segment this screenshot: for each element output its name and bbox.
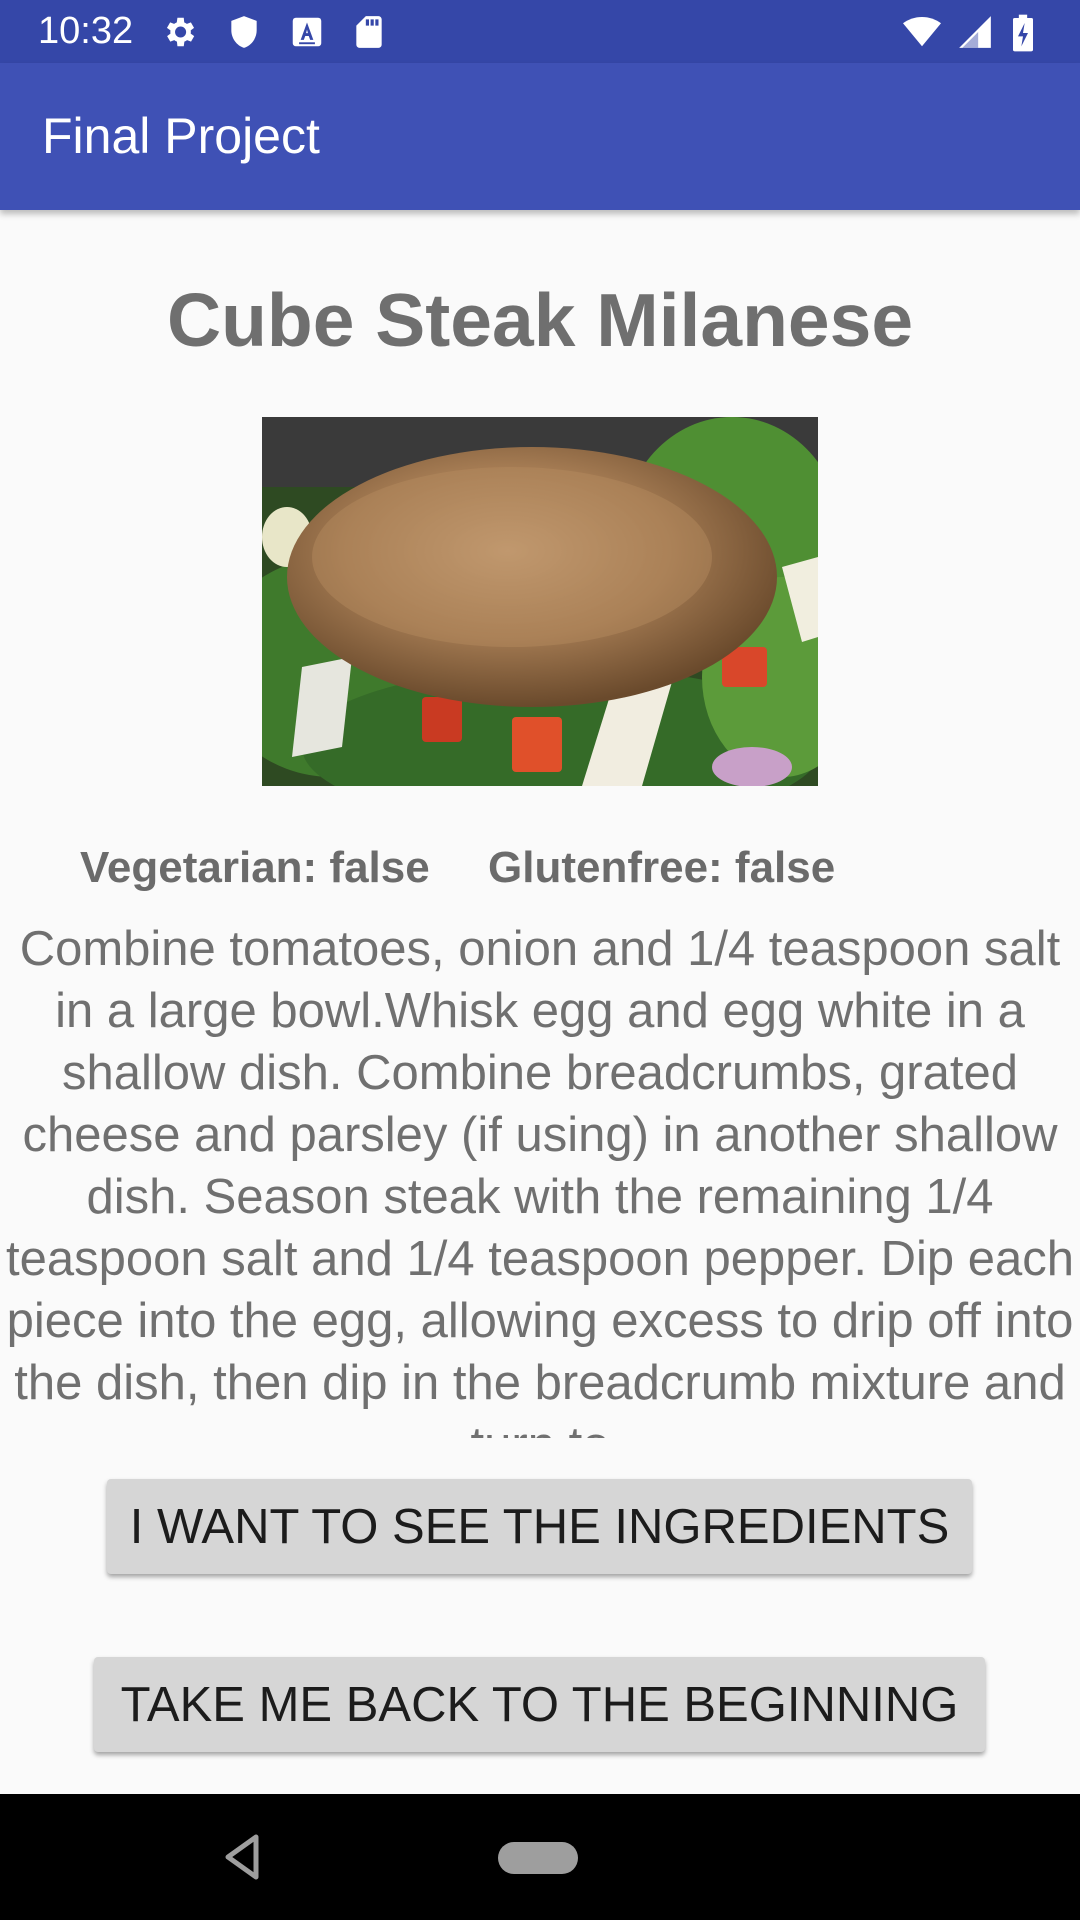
recipe-image bbox=[262, 417, 818, 786]
app-title: Final Project bbox=[42, 108, 320, 164]
a-box-icon bbox=[288, 13, 326, 51]
battery-icon bbox=[1010, 13, 1036, 52]
status-time: 10:32 bbox=[38, 10, 134, 52]
diet-flags: Vegetarian: false Glutenfree: false bbox=[0, 838, 1080, 898]
gear-icon bbox=[160, 13, 198, 51]
app-bar: Final Project bbox=[0, 63, 1080, 210]
sd-card-icon bbox=[350, 13, 388, 51]
back-to-beginning-button[interactable]: TAKE ME BACK TO THE BEGINNING bbox=[94, 1657, 985, 1752]
back-triangle-icon[interactable] bbox=[222, 1833, 262, 1881]
recipe-title: Cube Steak Milanese bbox=[166, 278, 914, 362]
vegetarian-label: Vegetarian: false bbox=[80, 843, 430, 892]
shield-icon bbox=[225, 13, 263, 51]
home-pill-icon[interactable] bbox=[498, 1842, 578, 1874]
status-bar: 10:32 bbox=[0, 0, 1080, 63]
wifi-icon bbox=[898, 13, 946, 51]
see-ingredients-button[interactable]: I WANT TO SEE THE INGREDIENTS bbox=[107, 1479, 972, 1574]
instructions-scroll[interactable]: Combine tomatoes, onion and 1/4 teaspoon… bbox=[0, 918, 1080, 1438]
instructions-text: Combine tomatoes, onion and 1/4 teaspoon… bbox=[6, 922, 1074, 1438]
cell-signal-icon bbox=[956, 13, 994, 51]
glutenfree-label: Glutenfree: false bbox=[488, 843, 836, 892]
recipe-photo bbox=[262, 417, 818, 786]
